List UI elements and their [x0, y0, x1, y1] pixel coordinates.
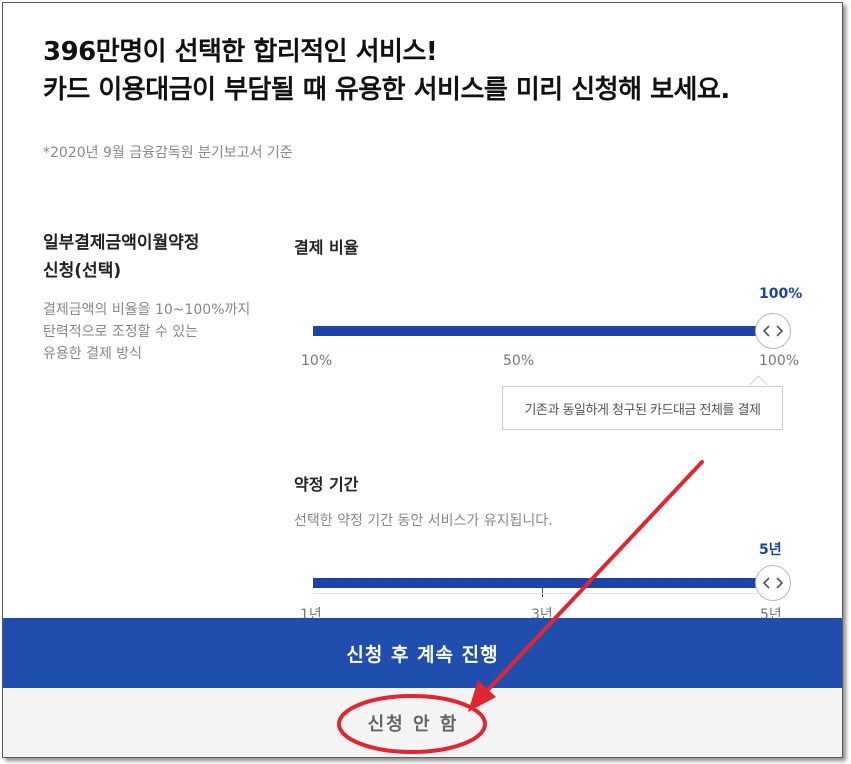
ratio-scale-min: 10%: [301, 353, 333, 369]
source-footnote: *2020년 9월 금융감독원 분기보고서 기준: [43, 145, 293, 161]
chevron-left-right-icon: [762, 325, 784, 337]
apply-and-continue-button[interactable]: 신청 후 계속 진행: [3, 618, 842, 688]
ratio-slider-value: 100%: [759, 286, 803, 302]
headline-line-1: 396만명이 선택한 합리적인 서비스!: [43, 37, 438, 67]
period-slider-label: 약정 기간: [294, 475, 359, 494]
period-slider-value: 5년: [759, 542, 782, 558]
period-slider-description: 선택한 약정 기간 동안 서비스가 유지됩니다.: [294, 513, 553, 529]
option-desc-line-3: 유용한 결제 방식: [43, 346, 143, 362]
period-slider-handle[interactable]: [755, 565, 791, 601]
ratio-slider-handle[interactable]: [755, 313, 791, 349]
ratio-slider-label: 결제 비율: [294, 238, 359, 257]
page-headline: 396만명이 선택한 합리적인 서비스! 카드 이용대금이 부담될 때 유용한 …: [43, 33, 730, 109]
option-desc-line-1: 결제금액의 비율을 10~100%까지: [43, 302, 251, 318]
ratio-tooltip: 기존과 동일하게 청구된 카드대금 전체를 결제: [502, 386, 783, 430]
dialog-content: 396만명이 선택한 합리적인 서비스! 카드 이용대금이 부담될 때 유용한 …: [3, 3, 842, 757]
chevron-left-right-icon: [762, 577, 784, 589]
option-desc-line-2: 탄력적으로 조정할 수 있는: [43, 324, 199, 340]
period-slider-guide-line: [313, 593, 765, 594]
ratio-scale-mid: 50%: [503, 353, 535, 369]
ratio-slider-track[interactable]: [313, 326, 765, 336]
option-description: 결제금액의 비율을 10~100%까지 탄력적으로 조정할 수 있는 유용한 결…: [43, 299, 283, 365]
period-slider-track[interactable]: [313, 578, 765, 588]
option-title-line-1: 일부결제금액이월약정: [43, 233, 200, 253]
option-title: 일부결제금액이월약정 신청(선택): [43, 229, 253, 285]
decline-button[interactable]: 신청 안 함: [343, 703, 483, 743]
headline-line-2: 카드 이용대금이 부담될 때 유용한 서비스를 미리 신청해 보세요.: [43, 75, 730, 105]
dialog-window: 396만명이 선택한 합리적인 서비스! 카드 이용대금이 부담될 때 유용한 …: [2, 2, 843, 758]
ratio-scale-max: 100%: [759, 353, 800, 369]
option-title-line-2: 신청(선택): [43, 261, 122, 281]
